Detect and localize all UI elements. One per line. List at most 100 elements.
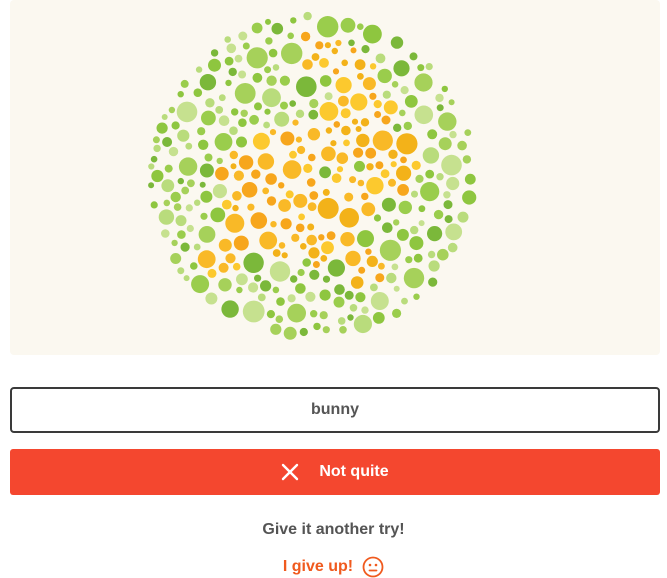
- plate-dot: [236, 286, 243, 294]
- plate-dot: [400, 156, 407, 164]
- plate-dot: [163, 199, 171, 207]
- plate-dot: [199, 163, 214, 178]
- plate-dot: [366, 177, 384, 195]
- plate-dot: [238, 31, 248, 41]
- plate-dot: [221, 199, 232, 210]
- plate-dot: [380, 169, 390, 179]
- plate-dot: [417, 64, 425, 72]
- plate-dot: [238, 70, 247, 79]
- plate-dot: [375, 53, 386, 64]
- plate-dot: [242, 300, 265, 323]
- plate-dot: [392, 308, 402, 318]
- plate-dot: [232, 191, 242, 201]
- plate-dot: [254, 274, 262, 282]
- plate-dot: [315, 41, 324, 50]
- plate-dot: [339, 326, 347, 334]
- plate-dot: [229, 150, 238, 160]
- plate-dot: [398, 200, 412, 215]
- plate-dot: [271, 22, 284, 35]
- plate-dot: [324, 92, 333, 101]
- plate-dot: [375, 273, 385, 283]
- plate-dot: [204, 153, 213, 162]
- plate-dot: [396, 165, 412, 181]
- plate-dot: [168, 106, 176, 114]
- color-plate-panel: [10, 0, 660, 355]
- plate-dot: [161, 179, 175, 193]
- plate-dot: [414, 105, 434, 125]
- plate-dot: [225, 253, 236, 264]
- plate-dot: [280, 131, 295, 146]
- not-quite-button[interactable]: Not quite: [10, 449, 660, 495]
- plate-dot: [269, 261, 291, 282]
- plate-dot: [177, 267, 185, 275]
- plate-dot: [322, 188, 330, 196]
- plate-dot: [266, 196, 277, 206]
- plate-dot: [308, 109, 319, 120]
- plate-dot: [311, 53, 320, 61]
- plate-dot: [278, 242, 286, 249]
- plate-dot: [229, 126, 238, 135]
- plate-dot: [218, 94, 226, 102]
- plate-dot: [306, 234, 318, 246]
- plate-dot: [234, 54, 243, 63]
- plate-dot: [312, 261, 320, 268]
- plate-dot: [236, 273, 248, 286]
- plate-dot: [307, 202, 317, 212]
- plate-dot: [354, 59, 366, 70]
- plate-dot: [299, 327, 308, 337]
- plate-dot: [216, 157, 223, 165]
- give-up-link[interactable]: I give up!: [0, 556, 667, 578]
- plate-dot: [278, 199, 291, 212]
- plate-dot: [295, 136, 302, 143]
- plate-dot: [355, 292, 366, 303]
- plate-dot: [170, 191, 181, 203]
- not-quite-label: Not quite: [319, 463, 389, 480]
- plate-dot: [200, 212, 208, 220]
- plate-dot: [353, 147, 364, 158]
- plate-dot: [413, 293, 420, 300]
- plate-dot: [317, 16, 339, 38]
- plate-dot: [388, 149, 398, 159]
- plate-dot: [386, 272, 397, 284]
- plate-dot: [438, 112, 457, 131]
- plate-dot: [330, 140, 337, 147]
- plate-dot: [457, 140, 467, 151]
- plate-dot: [173, 203, 182, 211]
- plate-dot: [375, 161, 384, 170]
- plate-dot: [464, 129, 472, 137]
- plate-dot: [362, 77, 376, 91]
- plate-dot: [287, 32, 295, 40]
- plate-dot: [333, 121, 341, 128]
- plate-dot: [393, 123, 402, 132]
- plate-dot: [280, 101, 288, 110]
- plate-dot: [378, 262, 385, 270]
- plate-dot: [295, 283, 306, 294]
- answer-field[interactable]: bunny: [10, 387, 660, 433]
- plate-dot: [205, 98, 215, 108]
- plate-dot: [427, 250, 436, 259]
- plate-dot: [270, 323, 282, 335]
- plate-dot: [446, 176, 460, 191]
- plate-dot: [265, 173, 277, 185]
- plate-dot: [221, 300, 239, 318]
- plate-dot: [281, 42, 303, 65]
- plate-dot: [225, 213, 245, 233]
- plate-dot: [353, 314, 372, 334]
- plate-dot: [236, 136, 247, 148]
- plate-dot: [210, 207, 226, 223]
- plate-dot: [193, 243, 201, 251]
- plate-dot: [162, 137, 173, 147]
- plate-dot: [175, 215, 187, 227]
- plate-dot: [433, 209, 444, 220]
- plate-dot: [334, 284, 345, 295]
- plate-dot: [156, 122, 168, 134]
- plate-dot: [335, 39, 342, 47]
- plate-dot: [361, 45, 370, 54]
- plate-dot: [240, 109, 248, 118]
- plate-dot: [350, 93, 368, 111]
- plate-dot: [191, 275, 210, 294]
- plate-dot: [319, 102, 339, 121]
- plate-dot: [382, 222, 393, 233]
- plate-dot: [148, 182, 155, 189]
- plate-dot: [321, 241, 334, 255]
